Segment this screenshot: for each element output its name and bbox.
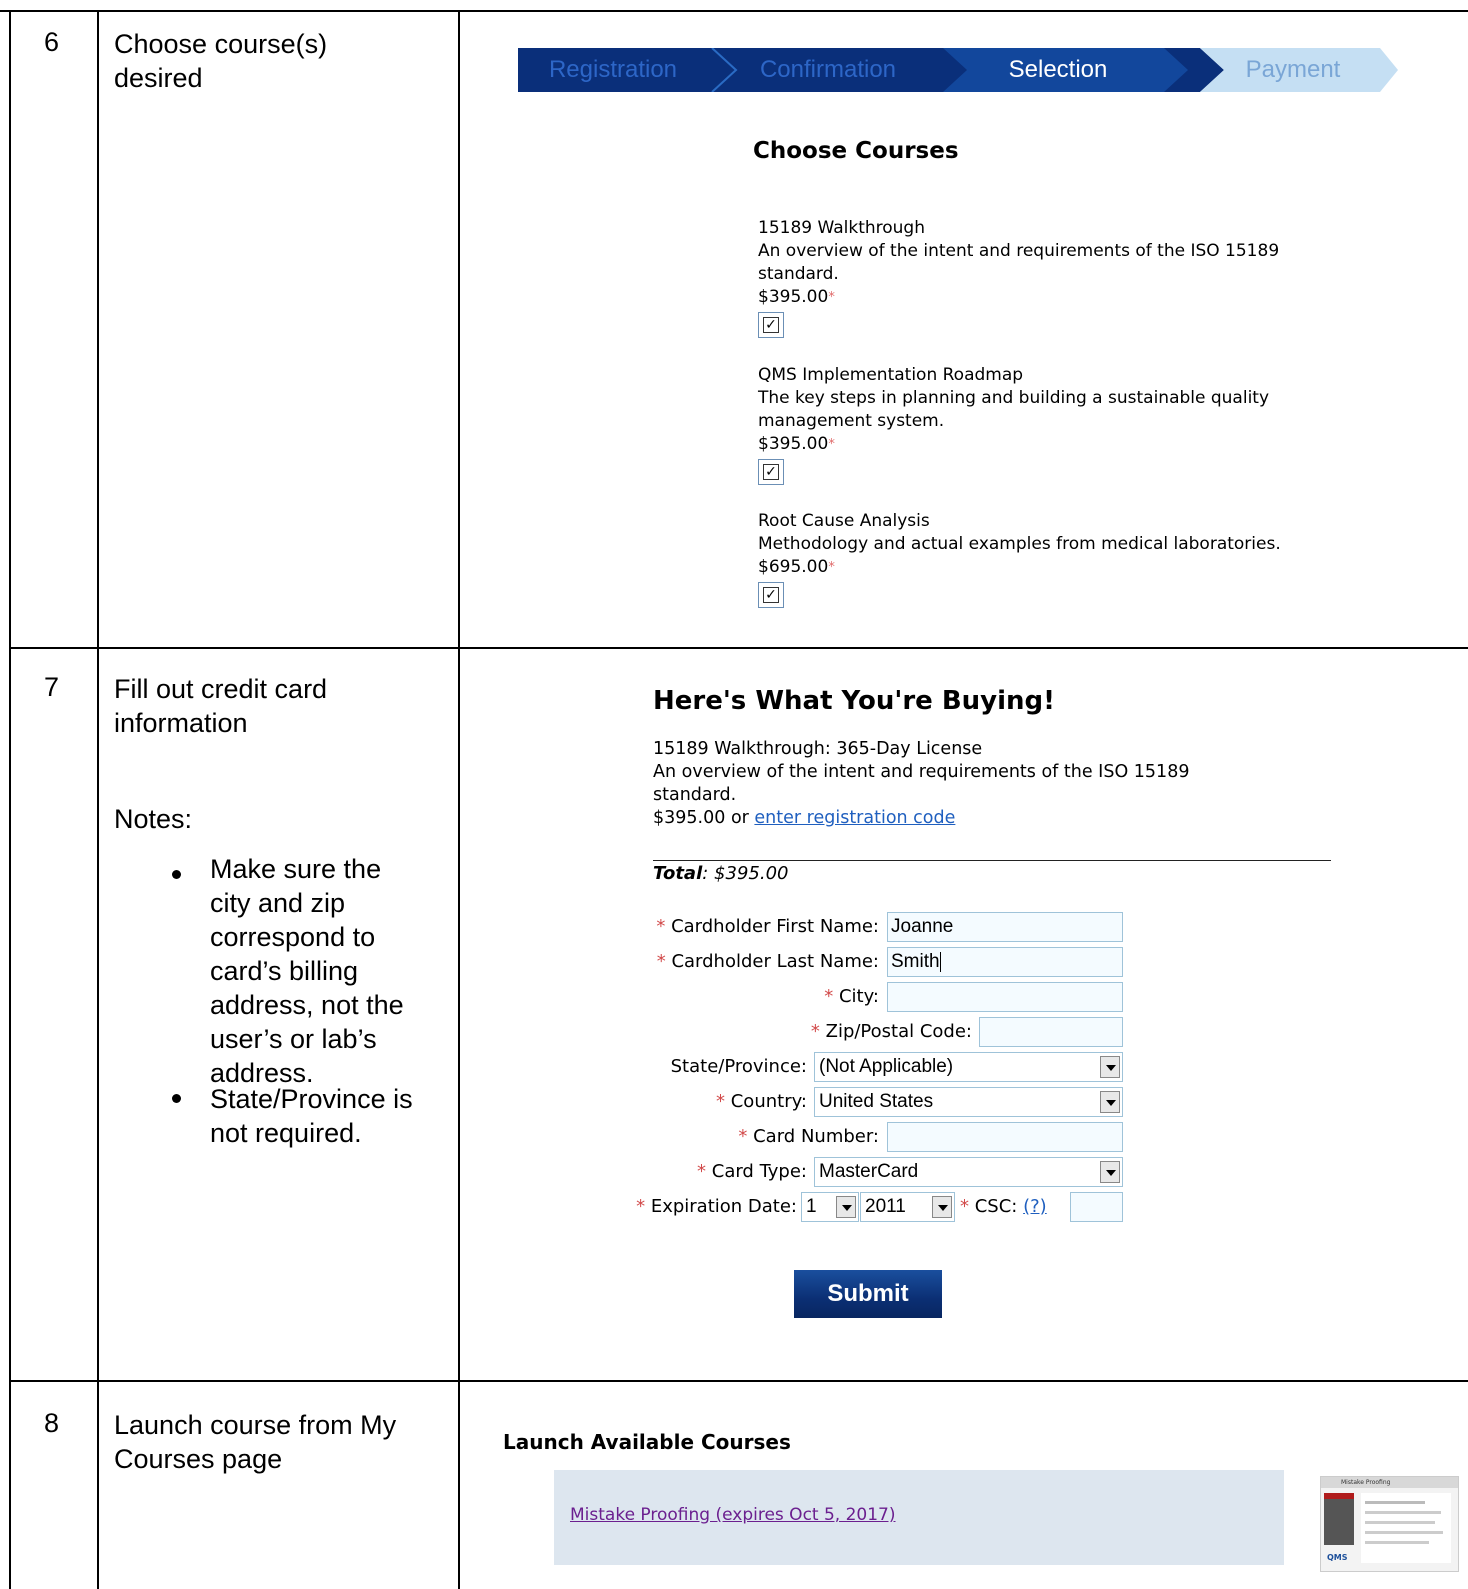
thumbnail-content-lines bbox=[1365, 1521, 1435, 1524]
course-checkbox[interactable]: ✓ bbox=[758, 459, 784, 485]
step-instruction: Launch course from My Courses page bbox=[114, 1410, 397, 1474]
zip-input[interactable] bbox=[979, 1017, 1123, 1047]
launch-course-link[interactable]: Mistake Proofing (expires Oct 5, 2017) bbox=[570, 1505, 896, 1525]
chevron-down-icon[interactable] bbox=[1100, 1161, 1120, 1183]
notes-label: Notes: bbox=[114, 804, 193, 834]
notes-bullet-text: State/Province is not required. bbox=[210, 1084, 413, 1148]
progress-step-selection: Selection bbox=[1008, 56, 1108, 83]
document-page: 6 Choose course(s) desired Registration … bbox=[0, 0, 1468, 1589]
card-number-label: * Card Number: bbox=[738, 1126, 879, 1147]
step-number: 7 bbox=[44, 672, 60, 702]
buying-price: $395.00 bbox=[653, 808, 726, 828]
step-number: 8 bbox=[44, 1408, 60, 1438]
step-instruction: Choose course(s) desired bbox=[114, 29, 328, 93]
row-divider-2 bbox=[9, 1380, 1468, 1382]
course-price: $395.00* bbox=[758, 287, 835, 307]
bullet-dot bbox=[172, 1094, 181, 1103]
card-type-select[interactable]: MasterCard bbox=[814, 1157, 1123, 1187]
submit-button[interactable]: Submit bbox=[794, 1270, 942, 1318]
course-description: The key steps in planning and building a… bbox=[758, 388, 1270, 431]
first-name-label: * Cardholder First Name: bbox=[656, 916, 879, 937]
thumbnail-content-lines bbox=[1365, 1511, 1441, 1514]
chevron-down-icon[interactable] bbox=[932, 1196, 952, 1218]
progress-step-confirmation: Confirmation bbox=[759, 56, 897, 83]
notes-bullet-text: Make sure the city and zip correspond to… bbox=[210, 854, 404, 1088]
thumbnail-content-lines bbox=[1365, 1531, 1443, 1534]
bullet-dot bbox=[172, 870, 181, 879]
chevron-down-icon[interactable] bbox=[1100, 1091, 1120, 1113]
city-input[interactable] bbox=[887, 982, 1123, 1012]
check-icon: ✓ bbox=[763, 587, 779, 603]
step-number: 6 bbox=[44, 27, 60, 57]
thumbnail-header: Mistake Proofing bbox=[1321, 1477, 1458, 1488]
progress-step-payment: Payment bbox=[1245, 56, 1341, 83]
course-thumbnail[interactable]: Mistake Proofing QMS bbox=[1320, 1476, 1459, 1572]
course-title: 15189 Walkthrough bbox=[758, 218, 925, 238]
csc-label: * CSC: (?) bbox=[960, 1196, 1047, 1217]
checkout-progress-bar: Registration Confirmation Selection Paym… bbox=[518, 48, 1398, 92]
last-name-label: * Cardholder Last Name: bbox=[656, 951, 879, 972]
table-border-top bbox=[0, 10, 1468, 12]
course-item: 15189 Walkthrough An overview of the int… bbox=[758, 217, 1378, 345]
course-title: Root Cause Analysis bbox=[758, 511, 930, 531]
text-cursor bbox=[939, 951, 941, 972]
total-divider bbox=[653, 860, 1331, 861]
course-item: Root Cause Analysis Methodology and actu… bbox=[758, 510, 1378, 615]
country-select[interactable]: United States bbox=[814, 1087, 1123, 1117]
chevron-down-icon[interactable] bbox=[1100, 1056, 1120, 1078]
order-total: Total: $395.00 bbox=[653, 863, 789, 884]
course-checkbox[interactable]: ✓ bbox=[758, 582, 784, 608]
registration-code-link[interactable]: enter registration code bbox=[754, 808, 955, 828]
table-border-left bbox=[9, 10, 11, 1589]
thumbnail-logo: QMS bbox=[1327, 1553, 1348, 1562]
launch-course-panel: Mistake Proofing (expires Oct 5, 2017) bbox=[554, 1470, 1284, 1565]
state-select[interactable]: (Not Applicable) bbox=[814, 1052, 1123, 1082]
column-divider-2 bbox=[458, 10, 460, 1589]
expiration-month-select[interactable]: 1 bbox=[801, 1192, 859, 1222]
zip-label: * Zip/Postal Code: bbox=[810, 1021, 972, 1042]
city-label: * City: bbox=[824, 986, 879, 1007]
course-item: QMS Implementation Roadmap The key steps… bbox=[758, 364, 1378, 492]
buying-item-description: An overview of the intent and requiremen… bbox=[653, 762, 1190, 805]
card-type-label: * Card Type: bbox=[697, 1161, 807, 1182]
csc-input[interactable] bbox=[1070, 1192, 1123, 1222]
course-description: An overview of the intent and requiremen… bbox=[758, 241, 1280, 284]
expiration-label: * Expiration Date: bbox=[636, 1196, 797, 1217]
choose-courses-heading: Choose Courses bbox=[753, 138, 959, 164]
buying-item: 15189 Walkthrough: 365-Day License An ov… bbox=[653, 738, 1333, 830]
thumbnail-sidebar bbox=[1324, 1493, 1354, 1545]
buying-item-price-row: $395.00 or enter registration code bbox=[653, 808, 956, 828]
step-instruction: Fill out credit card information bbox=[114, 674, 328, 738]
row-divider-1 bbox=[9, 647, 1468, 649]
buying-heading: Here's What You're Buying! bbox=[653, 686, 1055, 716]
course-price: $695.00* bbox=[758, 557, 835, 577]
first-name-input[interactable]: Joanne bbox=[887, 912, 1123, 942]
country-label: * Country: bbox=[716, 1091, 807, 1112]
course-description: Methodology and actual examples from med… bbox=[758, 534, 1281, 554]
check-icon: ✓ bbox=[763, 464, 779, 480]
buying-item-title: 15189 Walkthrough: 365-Day License bbox=[653, 739, 983, 759]
thumbnail-sidebar-accent bbox=[1324, 1493, 1354, 1499]
csc-help-link[interactable]: (?) bbox=[1023, 1196, 1047, 1217]
expiration-year-select[interactable]: 2011 bbox=[860, 1192, 955, 1222]
launch-heading: Launch Available Courses bbox=[503, 1430, 791, 1454]
check-icon: ✓ bbox=[763, 317, 779, 333]
thumbnail-content-lines bbox=[1365, 1501, 1425, 1504]
thumbnail-content-lines bbox=[1365, 1541, 1429, 1544]
progress-step-registration: Registration bbox=[548, 56, 678, 83]
course-checkbox[interactable]: ✓ bbox=[758, 312, 784, 338]
submit-label: Submit bbox=[827, 1280, 909, 1307]
column-divider-1 bbox=[97, 10, 99, 1589]
card-number-input[interactable] bbox=[887, 1122, 1123, 1152]
last-name-input[interactable]: Smith bbox=[887, 947, 1123, 977]
chevron-down-icon[interactable] bbox=[836, 1196, 856, 1218]
course-price: $395.00* bbox=[758, 434, 835, 454]
course-title: QMS Implementation Roadmap bbox=[758, 365, 1024, 385]
state-label: State/Province: bbox=[670, 1056, 807, 1077]
